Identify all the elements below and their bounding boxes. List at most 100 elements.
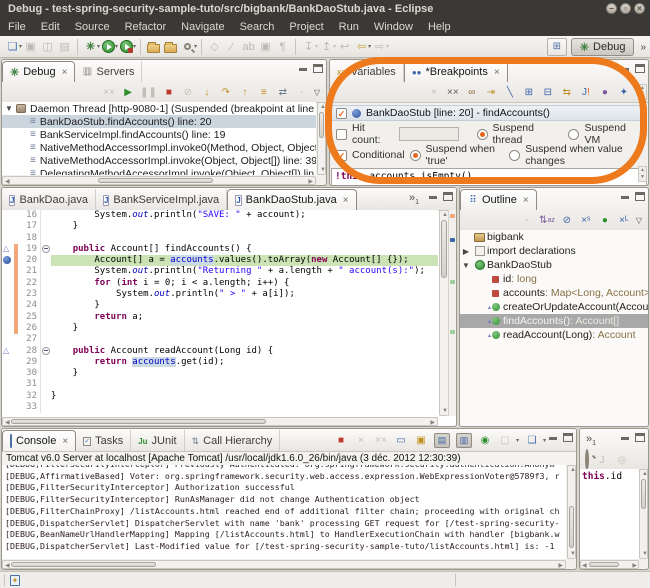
code-text[interactable]: [51, 233, 438, 244]
remove-all-launches-icon[interactable]: ××: [374, 432, 388, 448]
gutter-annotation-column[interactable]: [2, 300, 14, 311]
remove-breakpoint-icon[interactable]: ×: [427, 84, 441, 100]
perspective-overflow-icon[interactable]: »: [640, 42, 646, 53]
open-console-icon[interactable]: ❏: [525, 432, 539, 448]
step-return-icon[interactable]: ↑: [238, 84, 252, 100]
tab-bankdao-java[interactable]: JBankDao.java: [2, 189, 96, 210]
breakpoint-icon[interactable]: [3, 256, 11, 264]
external-tools-icon[interactable]: [118, 38, 135, 56]
stack-frame-row[interactable]: ≡NativeMethodAccessorImpl.invoke0(Method…: [2, 141, 316, 154]
gutter-annotation-column[interactable]: [2, 334, 14, 345]
code-line[interactable]: 31: [2, 379, 438, 390]
close-tab-icon[interactable]: ×: [494, 67, 500, 78]
suspend-when-true-radio[interactable]: [410, 150, 421, 161]
editor-vertical-scrollbar[interactable]: ▲▼: [439, 210, 448, 416]
outline-item-import-declarations[interactable]: ▶import declarations: [460, 244, 648, 258]
outline-item-accounts[interactable]: accounts : Map<Long, Account>: [460, 286, 648, 300]
terminate-icon[interactable]: ■: [334, 432, 348, 448]
step-into-icon[interactable]: ↓: [200, 84, 214, 100]
more-tabs-indicator[interactable]: »1: [586, 433, 596, 447]
outline-item-findaccounts--[interactable]: ▴findAccounts() : Account[]: [460, 314, 648, 328]
code-text[interactable]: Account[] a = accounts.values().toArray(…: [51, 255, 438, 266]
minimize-window-icon[interactable]: −: [606, 3, 617, 14]
breakpoint-working-sets-icon[interactable]: ●: [598, 84, 612, 100]
close-tab-icon[interactable]: ×: [523, 195, 529, 206]
scrollbar-thumb[interactable]: [11, 562, 156, 567]
gutter-annotation-column[interactable]: [2, 379, 14, 390]
hit-count-checkbox[interactable]: ✓: [336, 129, 347, 140]
code-text[interactable]: public Account[] findAccounts() {: [51, 244, 438, 255]
menu-item-help[interactable]: Help: [428, 21, 451, 33]
menu-item-refactor[interactable]: Refactor: [125, 21, 167, 33]
maximize-view-icon[interactable]: [635, 433, 645, 442]
code-line[interactable]: 24 }: [2, 300, 438, 311]
suspend-icon[interactable]: ❚❚: [140, 84, 157, 100]
tab-call-hierarchy[interactable]: ⇅Call Hierarchy: [185, 430, 281, 451]
overview-ruler[interactable]: [448, 210, 456, 416]
code-line[interactable]: △19 public Account[] findAccounts() {: [2, 244, 438, 255]
disconnect-icon[interactable]: ⊘: [181, 84, 195, 100]
expressions-horizontal-scrollbar[interactable]: ◀▶: [580, 560, 639, 569]
tab-bankserviceimpl-java[interactable]: JBankServiceImpl.java: [96, 189, 227, 210]
stack-frame-row[interactable]: ≡DelegatingMethodAccessorImpl.invoke(Obj…: [2, 167, 316, 175]
minimize-view-icon[interactable]: [298, 64, 308, 73]
goto-file-icon[interactable]: ⇆: [560, 84, 574, 100]
gutter-annotation-column[interactable]: [2, 266, 14, 277]
debug-thread-row[interactable]: ▼Daemon Thread [http-9080-1] (Suspended …: [2, 102, 316, 115]
display-console-dropdown-icon[interactable]: ▾: [516, 437, 519, 444]
code-line[interactable]: 21 System.out.println("Returning " + a.l…: [2, 266, 438, 277]
mark-occurrences-icon[interactable]: ◇: [206, 38, 223, 56]
skip-all-breakpoints-icon[interactable]: ∞: [465, 84, 479, 100]
expand-all-icon[interactable]: ⊞: [522, 84, 536, 100]
minimize-view-icon[interactable]: [620, 64, 630, 73]
scrollbar-thumb[interactable]: [569, 506, 574, 548]
code-text[interactable]: public Account readAccount(Long id) {: [51, 346, 438, 357]
gutter-annotation-column[interactable]: [2, 210, 14, 221]
outline-item-createorupdateaccount-account-[interactable]: ▴createOrUpdateAccount(Account) : void: [460, 300, 648, 314]
code-text[interactable]: [51, 334, 438, 345]
collapse-toggle-icon[interactable]: [42, 245, 50, 253]
conditional-checkbox[interactable]: ✓: [336, 150, 347, 161]
collapse-toggle-icon[interactable]: [42, 347, 50, 355]
scrollbar-thumb[interactable]: [11, 419, 266, 424]
remove-terminated-icon[interactable]: ××: [102, 84, 116, 100]
gutter-annotation-column[interactable]: [2, 323, 14, 334]
show-source-icon[interactable]: ⁄: [223, 38, 240, 56]
breakpoint-entry-row[interactable]: ✓ BankDaoStub [line: 20] - findAccounts(…: [331, 105, 647, 121]
gutter-annotation-column[interactable]: [2, 391, 14, 402]
code-text[interactable]: System.out.println(" > " + a[i]);: [51, 289, 438, 300]
code-text[interactable]: }: [51, 221, 438, 232]
code-line[interactable]: △28 public Account readAccount(Long id) …: [2, 346, 438, 357]
step-over-icon[interactable]: ↷: [219, 84, 233, 100]
maximize-window-icon[interactable]: ▫: [620, 3, 631, 14]
inspect-icon[interactable]: [585, 451, 589, 469]
externalize-strings-icon[interactable]: ab: [240, 38, 257, 56]
code-text[interactable]: }: [51, 323, 438, 334]
gutter-annotation-column[interactable]: [2, 312, 14, 323]
show-on-stderr-toggle[interactable]: ▥: [456, 433, 472, 448]
occurrence-overview-mark[interactable]: [450, 330, 455, 334]
suspend-on-exception-icon[interactable]: J!: [579, 84, 593, 100]
show-block-icon[interactable]: ▣: [257, 38, 274, 56]
save-all-icon[interactable]: ◫: [39, 38, 56, 56]
code-line[interactable]: 25 return a;: [2, 312, 438, 323]
condition-input[interactable]: !this.accounts.isEmpty(): [331, 168, 647, 186]
menu-item-window[interactable]: Window: [374, 21, 413, 33]
forward-dropdown-icon[interactable]: ▾: [386, 43, 389, 50]
menu-item-run[interactable]: Run: [339, 21, 359, 33]
stack-frame-row[interactable]: ≡BankServiceImpl.findAccounts() line: 19: [2, 128, 316, 141]
tab-outline[interactable]: ⠿ Outline ×: [460, 189, 537, 210]
search-dropdown-icon[interactable]: ▾: [194, 43, 197, 50]
display-icon[interactable]: J: [595, 452, 609, 468]
code-line[interactable]: 18: [2, 233, 438, 244]
run-launch-icon[interactable]: [100, 38, 117, 56]
close-tab-icon[interactable]: ×: [62, 436, 68, 447]
suspend-thread-radio[interactable]: [477, 129, 488, 140]
view-menu-icon[interactable]: ▽: [314, 88, 320, 97]
gutter-annotation-column[interactable]: [2, 278, 14, 289]
code-line[interactable]: 27: [2, 334, 438, 345]
code-line[interactable]: 22 for (int i = 0; i < a.length; i++) {: [2, 278, 438, 289]
expanded-arrow-icon[interactable]: ▼: [2, 104, 16, 113]
code-text[interactable]: }: [51, 368, 438, 379]
fast-view-icon[interactable]: ✦: [10, 575, 20, 586]
